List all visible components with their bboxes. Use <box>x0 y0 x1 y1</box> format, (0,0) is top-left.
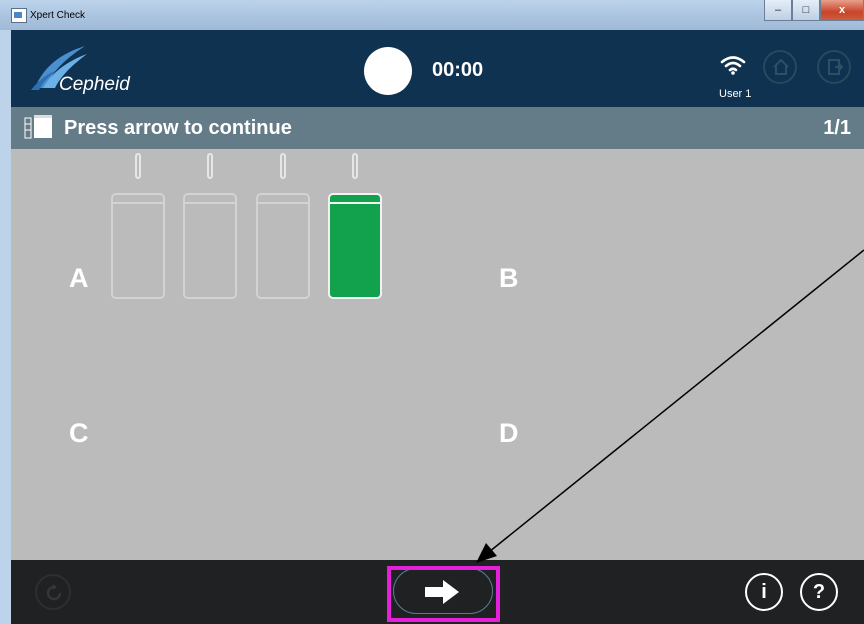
annotation-arrow <box>476 249 864 563</box>
